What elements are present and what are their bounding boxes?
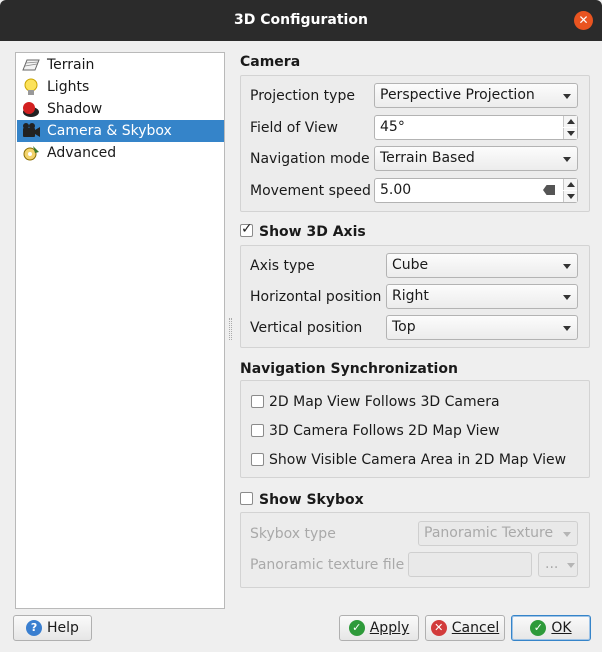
- navigation-mode-select[interactable]: Terrain Based: [374, 146, 578, 171]
- skybox-type-select[interactable]: Panoramic Texture: [418, 521, 578, 546]
- ok-label: OK: [551, 620, 572, 636]
- camera-follows-map-label: 3D Camera Follows 2D Map View: [269, 423, 500, 439]
- nav-item-lights[interactable]: Lights: [17, 76, 224, 98]
- nav-item-shadow[interactable]: Shadow: [17, 98, 224, 120]
- nav-label: Camera & Skybox: [47, 123, 172, 139]
- cancel-icon: ✕: [430, 620, 447, 636]
- spin-down-icon[interactable]: [563, 128, 577, 139]
- map-follows-camera-label: 2D Map View Follows 3D Camera: [269, 394, 500, 410]
- nav-item-terrain[interactable]: Terrain: [17, 54, 224, 76]
- browse-label: ...: [545, 556, 559, 572]
- camera-section-title: Camera: [240, 54, 301, 70]
- nav-label: Advanced: [47, 145, 117, 161]
- projection-label: Projection type: [250, 88, 355, 104]
- chevron-down-icon: [563, 94, 571, 99]
- projection-value: Perspective Projection: [380, 87, 535, 103]
- chevron-down-icon: [567, 563, 575, 568]
- check-icon: ✓: [348, 620, 365, 636]
- camera-icon: [21, 122, 41, 140]
- nav-item-camera-skybox[interactable]: Camera & Skybox: [17, 120, 224, 142]
- category-list: Terrain Lights Shadow Camera & Skybox Ad…: [15, 52, 225, 609]
- horizontal-position-label: Horizontal position: [250, 289, 382, 305]
- chevron-down-icon: [563, 157, 571, 162]
- fov-value: 45°: [380, 119, 405, 135]
- shadow-icon: [21, 100, 41, 118]
- skybox-type-value: Panoramic Texture: [424, 525, 554, 541]
- show-camera-area-label: Show Visible Camera Area in 2D Map View: [269, 452, 567, 468]
- chevron-down-icon: [563, 264, 571, 269]
- ok-button[interactable]: ✓ OK: [511, 615, 591, 641]
- movement-speed-value: 5.00: [380, 182, 412, 198]
- vertical-position-value: Top: [392, 319, 416, 335]
- browse-file-button[interactable]: ...: [538, 552, 578, 577]
- clear-icon[interactable]: [543, 185, 555, 195]
- axis-type-select[interactable]: Cube: [386, 253, 578, 278]
- show-3d-axis-checkbox[interactable]: [240, 221, 253, 237]
- dialog-window: 3D Configuration ✕ Terrain Lights Shadow: [0, 0, 602, 652]
- nav-label: Shadow: [47, 101, 103, 117]
- nav-label: Lights: [47, 79, 90, 95]
- movement-speed-label: Movement speed: [250, 183, 371, 199]
- apply-button[interactable]: ✓ Apply: [339, 615, 419, 641]
- navigation-mode-label: Navigation mode: [250, 151, 370, 167]
- show-camera-area-checkbox[interactable]: [251, 453, 264, 466]
- navigation-mode-value: Terrain Based: [380, 150, 475, 166]
- nav-label: Terrain: [47, 57, 95, 73]
- bulb-icon: [21, 78, 41, 96]
- help-button[interactable]: ? Help: [13, 615, 92, 641]
- title-bar: 3D Configuration ✕: [0, 0, 602, 41]
- camera-follows-map-checkbox[interactable]: [251, 424, 264, 437]
- chevron-down-icon: [563, 295, 571, 300]
- apply-label: Apply: [369, 620, 410, 636]
- check-icon: ✓: [530, 620, 547, 636]
- close-button[interactable]: ✕: [574, 11, 593, 30]
- vertical-position-select[interactable]: Top: [386, 315, 578, 340]
- spin-up-icon[interactable]: [563, 179, 577, 190]
- help-label: Help: [47, 620, 79, 636]
- spin-down-icon[interactable]: [563, 191, 577, 202]
- nav-item-advanced[interactable]: Advanced: [17, 142, 224, 164]
- cancel-label: Cancel: [451, 620, 500, 636]
- navigation-sync-title: Navigation Synchronization: [240, 361, 458, 377]
- horizontal-position-select[interactable]: Right: [386, 284, 578, 309]
- chevron-down-icon: [563, 532, 571, 537]
- chevron-down-icon: [563, 326, 571, 331]
- panoramic-file-label: Panoramic texture file: [250, 557, 405, 573]
- spin-up-icon[interactable]: [563, 116, 577, 127]
- map-follows-camera-checkbox[interactable]: [251, 395, 264, 408]
- cancel-button[interactable]: ✕ Cancel: [425, 615, 505, 641]
- fov-label: Field of View: [250, 120, 338, 136]
- axis-type-value: Cube: [392, 257, 429, 273]
- movement-speed-spinbox[interactable]: 5.00: [374, 178, 578, 203]
- vertical-position-label: Vertical position: [250, 320, 363, 336]
- splitter-handle[interactable]: [229, 318, 232, 340]
- panoramic-file-input[interactable]: [408, 552, 532, 577]
- field-of-view-spinbox[interactable]: 45°: [374, 115, 578, 140]
- window-title: 3D Configuration: [234, 12, 368, 28]
- horizontal-position-value: Right: [392, 288, 429, 304]
- show-3d-axis-label: Show 3D Axis: [259, 224, 366, 240]
- terrain-icon: [21, 56, 41, 74]
- advanced-icon: [21, 144, 41, 162]
- help-icon: ?: [26, 620, 43, 636]
- show-skybox-checkbox[interactable]: [240, 492, 253, 505]
- show-skybox-label: Show Skybox: [259, 492, 364, 508]
- skybox-type-label: Skybox type: [250, 526, 336, 542]
- axis-type-label: Axis type: [250, 258, 315, 274]
- projection-type-select[interactable]: Perspective Projection: [374, 83, 578, 108]
